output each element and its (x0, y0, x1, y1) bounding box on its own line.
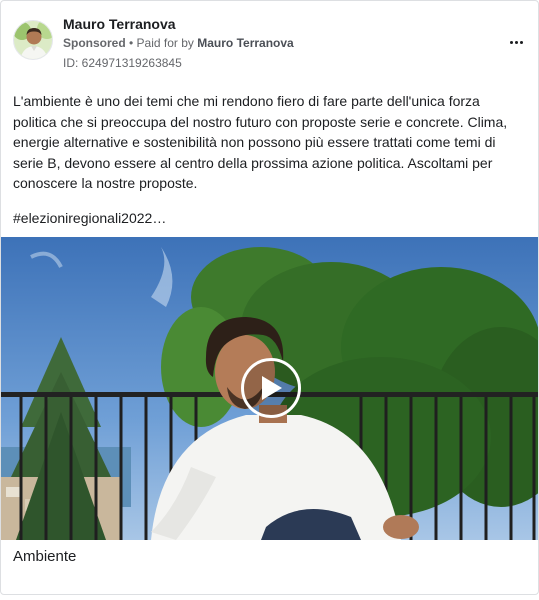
ad-id: ID: 624971319263845 (63, 56, 182, 70)
body-line: L'ambiente è uno dei temi che mi rendono… (13, 93, 480, 109)
author-name[interactable]: Mauro Terranova (63, 14, 483, 34)
play-triangle (262, 376, 282, 400)
more-horizontal-icon[interactable] (504, 34, 528, 50)
sponsored-line: Sponsored • Paid for by Mauro Terranova (63, 34, 483, 52)
sponsored-label: Sponsored (63, 36, 126, 50)
avatar[interactable] (13, 20, 53, 60)
ad-card: Mauro Terranova Sponsored • Paid for by … (0, 0, 539, 595)
play-icon[interactable] (241, 358, 301, 418)
post-body: L'ambiente è uno dei temi che mi rendono… (13, 91, 528, 194)
body-line: conoscere la nostre proposte. (13, 175, 198, 191)
paid-for-prefix: • Paid for by (125, 36, 198, 50)
post-header: Mauro Terranova Sponsored • Paid for by … (13, 14, 528, 74)
post-meta: Mauro Terranova Sponsored • Paid for by … (63, 14, 483, 72)
hashtag-text: #elezioniregionali2022… (13, 210, 167, 226)
payer-name[interactable]: Mauro Terranova (197, 36, 293, 50)
body-line: serie B, devono essere al centro della p… (13, 154, 493, 171)
body-line: politica che si preoccupa del nostro fut… (13, 113, 508, 130)
body-line: energie alternative e sostenibilità non … (13, 134, 496, 150)
avatar-image (14, 21, 52, 59)
media-caption: Ambiente (13, 548, 77, 565)
